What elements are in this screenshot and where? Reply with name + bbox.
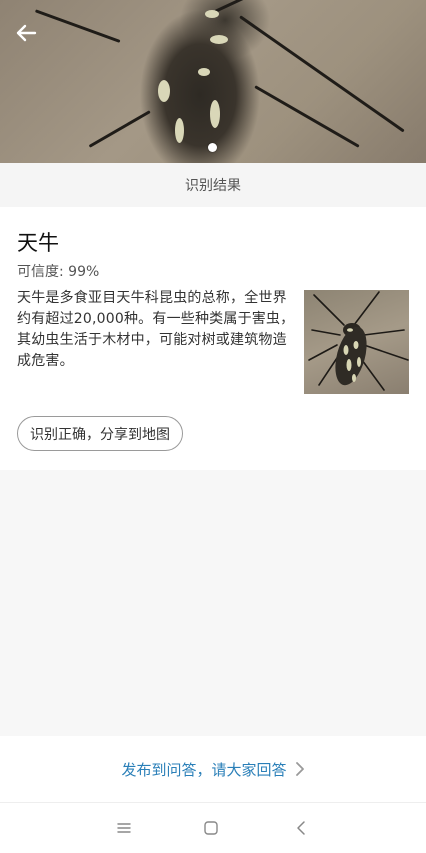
beetle-spot	[210, 35, 228, 44]
post-to-qa-button[interactable]: 发布到问答，请大家回答	[0, 736, 426, 802]
confidence-label: 可信度: 99%	[17, 264, 100, 280]
menu-icon[interactable]	[113, 817, 135, 839]
beetle-leg	[88, 110, 151, 148]
beetle-spot	[158, 80, 170, 102]
beetle-spot	[198, 68, 210, 76]
beetle-leg	[34, 9, 121, 43]
empty-area	[0, 470, 426, 736]
beetle-leg	[254, 85, 360, 148]
hero-image	[0, 0, 426, 163]
beetle-thumbnail-image	[308, 291, 409, 391]
share-to-map-button[interactable]: 识别正确，分享到地图	[17, 416, 183, 451]
post-to-qa-label: 发布到问答，请大家回答	[121, 760, 287, 779]
system-nav-bar	[0, 802, 426, 853]
species-description: 天牛是多食亚目天牛科昆虫的总称，全世界约有超过20,000种。有一些种类属于害虫…	[17, 290, 295, 369]
section-title: 识别结果	[0, 163, 426, 207]
beetle-antenna	[214, 0, 370, 13]
species-name: 天牛	[17, 231, 59, 255]
result-card: 天牛 可信度: 99% 天牛是多食亚目天牛科昆虫的总称，全世界约有超过20,00…	[0, 207, 426, 470]
back-chevron-icon[interactable]	[290, 817, 312, 839]
home-square-icon[interactable]	[200, 817, 222, 839]
beetle-spot	[210, 100, 220, 128]
beetle-spot	[175, 118, 184, 143]
beetle-spot	[205, 10, 219, 18]
arrow-left-icon	[16, 24, 37, 42]
beetle-antenna	[239, 15, 405, 133]
chevron-right-icon	[295, 762, 305, 776]
species-thumbnail[interactable]	[304, 290, 409, 394]
back-button[interactable]	[12, 20, 40, 46]
carousel-dot[interactable]	[208, 143, 217, 152]
